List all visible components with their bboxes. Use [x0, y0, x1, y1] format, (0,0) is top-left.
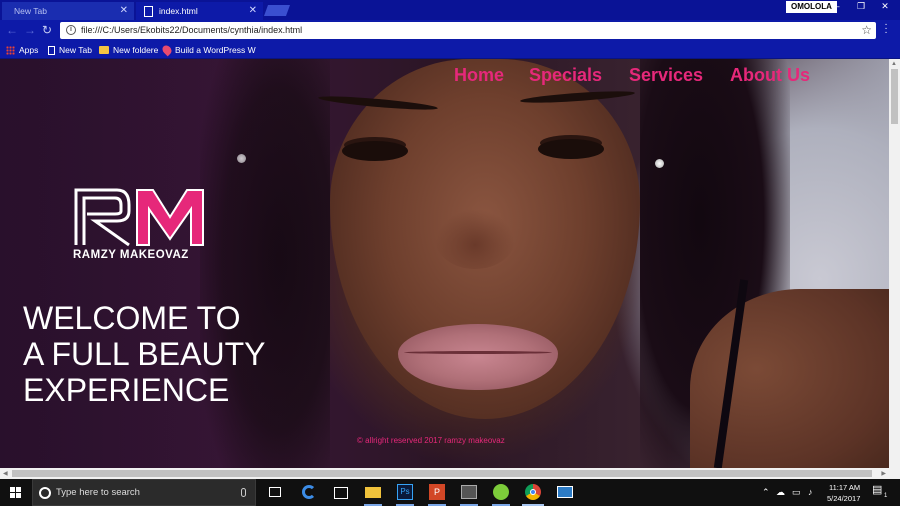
taskbar-search[interactable]: Type here to search — [32, 479, 256, 506]
nav-services[interactable]: Services — [629, 64, 703, 86]
cortana-icon — [39, 487, 51, 499]
action-center-icon[interactable]: ▤ — [872, 485, 882, 496]
onedrive-icon[interactable]: ☁ — [776, 488, 785, 497]
page-viewport: Home Specials Services About Us RAMZY MA… — [0, 59, 889, 468]
photos-icon[interactable] — [556, 483, 574, 501]
screen: New Tab ✕ index.html ✕ OMOLOLA – ❐ ✕ ← →… — [0, 0, 900, 506]
location-pin-icon — [160, 43, 174, 57]
headline-line: WELCOME TO — [23, 300, 241, 336]
edge-icon[interactable] — [300, 483, 318, 501]
tab-index-html[interactable]: index.html ✕ — [136, 2, 263, 20]
headline-line: EXPERIENCE — [23, 372, 230, 408]
tab-label: index.html — [159, 6, 198, 16]
close-window-icon[interactable]: ✕ — [874, 0, 896, 13]
restore-icon[interactable]: ❐ — [850, 0, 872, 13]
chrome-icon[interactable] — [524, 483, 542, 501]
nav-about-us[interactable]: About Us — [730, 64, 810, 86]
bookmark-label: New Tab — [59, 45, 92, 55]
apps-grid-icon — [6, 45, 15, 55]
minimize-icon[interactable]: – — [826, 0, 848, 13]
page-icon — [48, 45, 55, 55]
bookmark-apps[interactable]: Apps — [6, 41, 38, 59]
new-tab-button[interactable] — [263, 5, 291, 16]
scroll-thumb[interactable] — [891, 69, 898, 124]
windows-taskbar: Type here to search Ps P ⌃ ☁ ▭ ♪ 11:17 A… — [0, 479, 900, 506]
bookmark-star-icon[interactable]: ☆ — [861, 23, 872, 37]
task-view-icon[interactable] — [266, 483, 284, 501]
network-icon[interactable]: ▭ — [792, 488, 801, 497]
file-explorer-icon[interactable] — [364, 483, 382, 501]
tab-label: New Tab — [14, 6, 47, 16]
address-bar[interactable]: i file:///C:/Users/Ekobits22/Documents/c… — [60, 22, 876, 39]
terminal-app-icon[interactable] — [460, 483, 478, 501]
powerpoint-icon[interactable]: P — [428, 483, 446, 501]
hero-headline: WELCOME TO A FULL BEAUTY EXPERIENCE — [23, 300, 323, 408]
vertical-scrollbar[interactable]: ▲ — [889, 59, 900, 468]
logo-tagline: RAMZY MAKEOVAZ — [73, 249, 189, 261]
bookmark-new-tab[interactable]: New Tab — [48, 41, 92, 59]
bookmark-label: Apps — [19, 45, 39, 55]
reload-icon[interactable]: ↻ — [42, 24, 52, 36]
notification-count: 1 — [884, 493, 888, 499]
nav-home[interactable]: Home — [454, 64, 504, 86]
forward-arrow-icon[interactable]: → — [24, 24, 36, 36]
scroll-right-icon[interactable]: ▶ — [881, 470, 886, 477]
scroll-thumb[interactable] — [12, 470, 872, 477]
store-icon[interactable] — [332, 483, 350, 501]
nav-specials[interactable]: Specials — [529, 64, 602, 86]
windows-start-icon[interactable] — [10, 487, 22, 499]
copyright-footer: © allright reserved 2017 ramzy makeovaz — [357, 436, 505, 445]
scroll-left-icon[interactable]: ◀ — [3, 470, 8, 477]
bookmark-label: Build a WordPress W — [175, 45, 256, 55]
microphone-icon[interactable] — [241, 488, 246, 497]
page-icon — [144, 5, 153, 17]
bookmark-new-foldere[interactable]: New foldere — [99, 41, 158, 59]
scroll-up-icon[interactable]: ▲ — [891, 61, 897, 67]
menu-icon[interactable]: · · · — [884, 20, 888, 38]
volume-icon[interactable]: ♪ — [808, 488, 813, 497]
address-url[interactable]: file:///C:/Users/Ekobits22/Documents/cyn… — [81, 22, 302, 39]
horizontal-scrollbar[interactable]: ◀ ▶ — [0, 468, 900, 479]
bookmark-wordpress[interactable]: Build a WordPress W — [160, 41, 256, 59]
tab-strip: New Tab ✕ index.html ✕ OMOLOLA – ❐ ✕ — [0, 0, 900, 20]
green-app-icon[interactable] — [492, 483, 510, 501]
info-icon[interactable]: i — [66, 25, 76, 35]
headline-line: A FULL BEAUTY — [23, 336, 266, 372]
close-icon[interactable]: ✕ — [120, 2, 128, 20]
back-arrow-icon[interactable]: ← — [6, 24, 18, 36]
clock-date[interactable]: 5/24/2017 — [827, 494, 860, 503]
close-icon[interactable]: ✕ — [249, 2, 257, 20]
photoshop-icon[interactable]: Ps — [396, 483, 414, 501]
clock-time[interactable]: 11:17 AM — [829, 483, 860, 492]
search-placeholder: Type here to search — [56, 487, 140, 498]
folder-icon — [99, 46, 109, 54]
chevron-up-icon[interactable]: ⌃ — [762, 488, 770, 497]
browser-toolbar: ← → ↻ i file:///C:/Users/Ekobits22/Docum… — [0, 20, 900, 41]
tab-new-tab[interactable]: New Tab ✕ — [2, 2, 134, 20]
bookmarks-bar: Apps New Tab New foldere Build a WordPre… — [0, 41, 900, 59]
bookmark-label: New foldere — [113, 45, 159, 55]
